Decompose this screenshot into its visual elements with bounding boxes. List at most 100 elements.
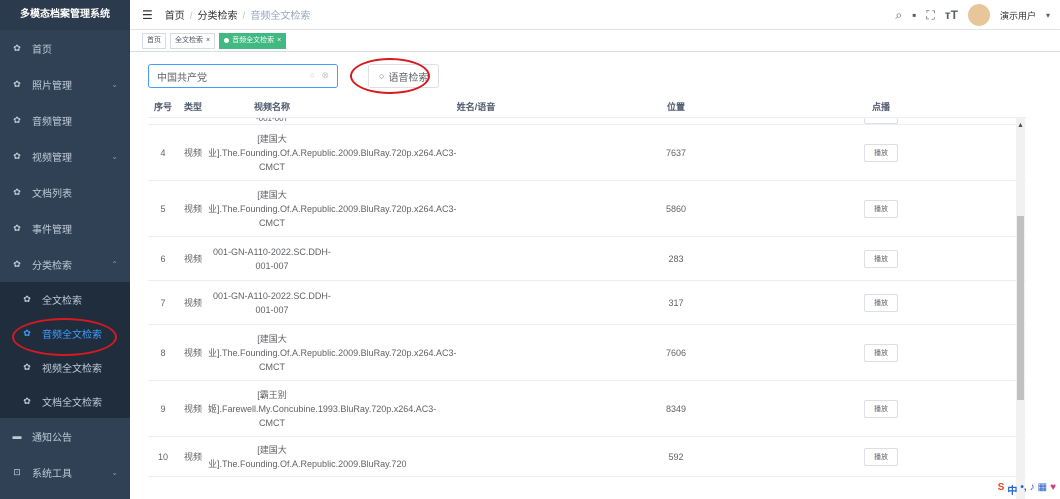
clear-icon[interactable]: ⊗ xyxy=(321,70,329,81)
cell-type: 视频 xyxy=(183,298,202,308)
cell-type: 视频 xyxy=(183,452,202,462)
sidebar-item-video-fulltext-search[interactable]: ✿ 视频全文检索 xyxy=(0,350,130,384)
close-icon[interactable]: × xyxy=(206,34,210,48)
cell-no: 7 xyxy=(160,297,166,308)
play-button[interactable]: 播放 xyxy=(864,447,898,466)
search-icon[interactable]: ⌕ xyxy=(895,8,902,23)
scrollbar[interactable]: ▲ ▲ xyxy=(1016,96,1025,499)
tag-audio-fulltext-search[interactable]: 音频全文检索 × xyxy=(219,32,287,49)
cell-position: 283 xyxy=(668,253,684,264)
cell-no: 8 xyxy=(160,347,166,358)
ime-toolbar: S 中 •, ♪ ▦ ♥ xyxy=(998,482,1056,497)
cell-position: 7637 xyxy=(665,147,687,158)
tag-label: 音频全文检索 xyxy=(232,36,275,44)
play-button[interactable] xyxy=(864,118,898,124)
cell-no: 9 xyxy=(160,403,166,414)
tag-label: 全文检索 xyxy=(175,36,203,44)
breadcrumb-classify-search[interactable]: 分类检索 xyxy=(198,11,238,22)
play-button[interactable]: 播放 xyxy=(864,249,898,268)
sidebar-item-events[interactable]: ✿ 事件管理 xyxy=(0,210,130,246)
cell-play: 播放 xyxy=(736,399,1026,418)
voice-search-button[interactable]: ○ 语音检索 xyxy=(368,64,440,88)
fullscreen-icon[interactable]: ⛶ xyxy=(926,8,934,23)
col-header-no: 序号 xyxy=(153,102,172,112)
cell-name: 001-GN-A110-2022.SC.DDH-001-007 xyxy=(213,246,331,271)
sidebar-item-label: 视频全文检索 xyxy=(42,363,102,375)
sidebar-item-doc-fulltext-search[interactable]: ✿ 文档全文检索 xyxy=(0,384,130,418)
microphone-icon[interactable]: ♪ xyxy=(1030,482,1035,497)
font-size-icon[interactable]: тT xyxy=(945,8,958,22)
sidebar-item-label: 全文检索 xyxy=(42,295,82,307)
chevron-down-icon: ⌄ xyxy=(111,79,118,89)
table-body: 4 视频 [建国大业].The.Founding.Of.A.Republic.200… xyxy=(148,125,1026,477)
col-header-type: 类型 xyxy=(183,102,202,112)
sidebar-item-label: 首页 xyxy=(32,44,52,56)
sidebar-item-fulltext-search[interactable]: ✿ 全文检索 xyxy=(0,282,130,316)
cell-play: 播放 xyxy=(736,447,1026,466)
play-button[interactable]: 播放 xyxy=(864,343,898,362)
play-button[interactable]: 播放 xyxy=(864,293,898,312)
breadcrumb: 首页 / 分类检索 / 音频全文检索 xyxy=(165,7,311,22)
sidebar-item-label: 系统工具 xyxy=(32,468,72,480)
sidebar-item-notices[interactable]: ▬ 通知公告 xyxy=(0,418,130,454)
sidebar-item-audio-fulltext-search[interactable]: ✿ 音频全文检索 xyxy=(0,316,130,350)
breadcrumb-separator: / xyxy=(242,11,246,22)
cell-play: 播放 xyxy=(736,343,1026,362)
sidebar-item-label: 视频管理 xyxy=(32,152,72,164)
dashboard-icon: ✿ xyxy=(13,78,21,89)
cell-position: 317 xyxy=(668,297,684,308)
chevron-up-icon: ⌃ xyxy=(111,259,118,269)
ime-mode[interactable]: 中 xyxy=(1007,482,1017,497)
scroll-up-icon[interactable]: ▲ xyxy=(1016,122,1025,129)
cell-play: 播放 xyxy=(736,249,1026,268)
sidebar-item-label: 音频全文检索 xyxy=(42,329,102,341)
sidebar-item-audio[interactable]: ✿ 音频管理 xyxy=(0,102,130,138)
caret-down-icon[interactable]: ▾ xyxy=(1046,11,1050,20)
col-header-play: 点播 xyxy=(871,102,890,112)
col-header-speaker: 姓名/语音 xyxy=(456,102,496,112)
scrollbar-thumb[interactable] xyxy=(1017,216,1024,400)
message-icon[interactable]: ▪ xyxy=(912,8,916,22)
tag-home[interactable]: 首页 xyxy=(142,32,166,49)
dashboard-icon: ✿ xyxy=(23,395,31,406)
cell-play: 播放 xyxy=(736,293,1026,312)
cell-position: 7606 xyxy=(665,347,687,358)
tag-fulltext-search[interactable]: 全文检索 × xyxy=(170,32,216,49)
sidebar-item-home[interactable]: ✿ 首页 xyxy=(0,30,130,66)
results-table: 序号 类型 视频名称 姓名/语音 位置 点播 -001-007 4 视频 [建国大业… xyxy=(148,96,1026,499)
sidebar-menu: ✿ 首页 ✿ 照片管理 ⌄ ✿ 音频管理 ✿ 视频管理 ⌄ ✿ 文档列表 ✿ 事件管理 ✿ 分类检… xyxy=(0,30,130,490)
sidebar-item-documents[interactable]: ✿ 文档列表 xyxy=(0,174,130,210)
play-button[interactable]: 播放 xyxy=(864,399,898,418)
cell-name: [建国大业].The.Founding.Of.A.Republic.2009.B… xyxy=(208,444,407,469)
play-button[interactable]: 播放 xyxy=(864,199,898,218)
submenu-classify-search: ✿ 全文检索 ✿ 音频全文检索 ✿ 视频全文检索 ✿ 文档全文检索 xyxy=(0,282,130,418)
user-name[interactable]: 演示用户 xyxy=(1000,9,1036,22)
cell-no: 6 xyxy=(160,253,166,264)
table-row: 6 视频 001-GN-A110-2022.SC.DDH-001-007 283 播放 xyxy=(148,237,1026,281)
close-icon[interactable]: × xyxy=(277,34,281,48)
hamburger-icon[interactable]: ☰ xyxy=(142,8,153,22)
sogou-logo-icon[interactable]: S xyxy=(998,482,1005,497)
dashboard-icon: ✿ xyxy=(23,327,31,338)
play-button[interactable]: 播放 xyxy=(864,143,898,162)
punctuation-icon[interactable]: •, xyxy=(1020,482,1026,497)
sidebar-item-video[interactable]: ✿ 视频管理 ⌄ xyxy=(0,138,130,174)
cell-type: 视频 xyxy=(183,254,202,264)
main-content: 中国共产党 ○ ⊗ ○ 语音检索 序号 类型 视频名称 姓名/语音 位置 点播 -… xyxy=(130,52,1060,499)
dashboard-icon: ✿ xyxy=(13,222,21,233)
keyboard-icon[interactable]: ▦ xyxy=(1038,482,1047,497)
sidebar-item-system-tools[interactable]: ⊡ 系统工具 ⌄ xyxy=(0,454,130,490)
sidebar-item-photos[interactable]: ✿ 照片管理 ⌄ xyxy=(0,66,130,102)
skin-icon[interactable]: ♥ xyxy=(1050,482,1056,497)
search-input[interactable]: 中国共产党 ○ ⊗ xyxy=(148,64,338,88)
avatar[interactable] xyxy=(967,4,990,26)
table-row: 9 视频 [霸王别姬].Farewell.My.Concubine.1993.Blu… xyxy=(148,381,1026,437)
sidebar: 多模态档案管理系统 ✿ 首页 ✿ 照片管理 ⌄ ✿ 音频管理 ✿ 视频管理 ⌄ ✿ 文档列表 … xyxy=(0,0,130,499)
breadcrumb-home[interactable]: 首页 xyxy=(165,11,185,22)
search-icon: ○ xyxy=(379,71,385,81)
sidebar-item-classify-search[interactable]: ✿ 分类检索 ⌃ xyxy=(0,246,130,282)
tags-view: 首页 全文检索 × 音频全文检索 × xyxy=(130,30,1060,52)
sidebar-item-label: 文档全文检索 xyxy=(42,397,102,409)
sidebar-item-label: 音频管理 xyxy=(32,116,72,128)
sidebar-item-label: 照片管理 xyxy=(32,80,72,92)
